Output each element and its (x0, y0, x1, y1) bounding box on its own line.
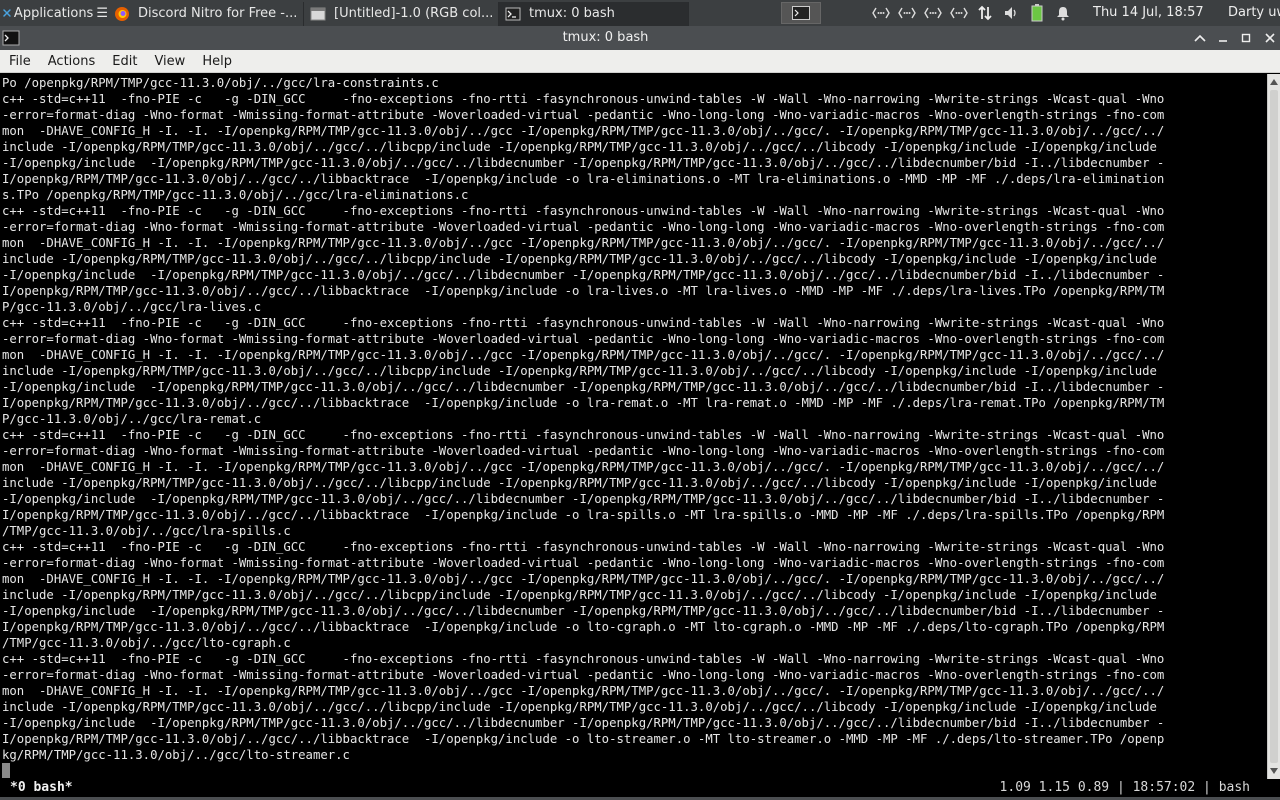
terminal-line: c++ -std=c++11 -fno-PIE -c -g -DIN_GCC -… (2, 652, 1165, 666)
firefox-icon (115, 6, 129, 21)
volume-icon[interactable] (1000, 2, 1022, 24)
terminal-line: include -I/openpkg/RPM/TMP/gcc-11.3.0/ob… (2, 476, 1157, 490)
terminal-scrollbar[interactable] (1267, 74, 1280, 779)
terminal-line: mon -DHAVE_CONFIG_H -I. -I. -I/openpkg/R… (2, 460, 1165, 474)
terminal-cursor (2, 763, 10, 778)
terminal-line: include -I/openpkg/RPM/TMP/gcc-11.3.0/ob… (2, 252, 1157, 266)
maximize-icon (1241, 33, 1251, 43)
terminal-line: c++ -std=c++11 -fno-PIE -c -g -DIN_GCC -… (2, 540, 1165, 554)
scroll-down-button[interactable] (1268, 765, 1280, 777)
terminal-line: /TMP/gcc-11.3.0/obj/../gcc/lra-spills.c (2, 524, 291, 538)
arrow-up-icon (1270, 79, 1278, 85)
shade-button[interactable] (1192, 30, 1208, 46)
menu-help[interactable]: Help (193, 50, 240, 73)
panel-clock[interactable]: Thu 14 Jul, 18:57 (1093, 0, 1204, 26)
terminal-icon (792, 6, 810, 20)
menu-view[interactable]: View (145, 50, 193, 73)
terminal-line: -I/openpkg/include -I/openpkg/RPM/TMP/gc… (2, 380, 1165, 394)
terminal-line: I/openpkg/RPM/TMP/gcc-11.3.0/obj/../gcc/… (2, 620, 1165, 634)
maximize-button[interactable] (1238, 30, 1254, 46)
terminal-line: include -I/openpkg/RPM/TMP/gcc-11.3.0/ob… (2, 364, 1157, 378)
terminal-line: mon -DHAVE_CONFIG_H -I. -I. -I/openpkg/R… (2, 348, 1165, 362)
applications-menu-button[interactable]: Applications ☰ (0, 0, 108, 26)
tmux-window-label[interactable]: *0 bash* (10, 779, 73, 797)
transfer-icon[interactable] (974, 2, 996, 24)
terminal-line: I/openpkg/RPM/TMP/gcc-11.3.0/obj/../gcc/… (2, 508, 1165, 522)
terminal-line: mon -DHAVE_CONFIG_H -I. -I. -I/openpkg/R… (2, 124, 1165, 138)
terminal-line: -error=format-diag -Wno-format -Wmissing… (2, 444, 1165, 458)
terminal-line: mon -DHAVE_CONFIG_H -I. -I. -I/openpkg/R… (2, 572, 1165, 586)
workspace-switcher[interactable] (781, 2, 821, 24)
terminal-line: I/openpkg/RPM/TMP/gcc-11.3.0/obj/../gcc/… (2, 172, 1165, 186)
tmux-status-bar: *0 bash* 1.09 1.15 0.89 | 18:57:02 | bas… (0, 779, 1280, 800)
terminal-line: c++ -std=c++11 -fno-PIE -c -g -DIN_GCC -… (2, 428, 1165, 442)
terminal-line: P/gcc-11.3.0/obj/../gcc/lra-remat.c (2, 412, 262, 426)
terminal-output[interactable]: Po /openpkg/RPM/TMP/gcc-11.3.0/obj/../gc… (0, 74, 1267, 779)
terminal-line: c++ -std=c++11 -fno-PIE -c -g -DIN_GCC -… (2, 204, 1165, 218)
terminal-line: -error=format-diag -Wno-format -Wmissing… (2, 332, 1165, 346)
xfce-logo-icon (3, 9, 11, 17)
taskbar-item-discord[interactable]: Discord Nitro for Free -... (108, 1, 304, 26)
terminal-line: include -I/openpkg/RPM/TMP/gcc-11.3.0/ob… (2, 700, 1157, 714)
taskbar-item-gimp[interactable]: [Untitled]-1.0 (RGB col... (304, 1, 499, 26)
terminal-line: Po /openpkg/RPM/TMP/gcc-11.3.0/obj/../gc… (2, 76, 439, 90)
network-icon[interactable] (870, 2, 892, 24)
terminal-line: I/openpkg/RPM/TMP/gcc-11.3.0/obj/../gcc/… (2, 732, 1165, 746)
terminal-line: mon -DHAVE_CONFIG_H -I. -I. -I/openpkg/R… (2, 684, 1165, 698)
panel-user-name[interactable]: Darty uwu (1228, 0, 1280, 26)
terminal-line: c++ -std=c++11 -fno-PIE -c -g -DIN_GCC -… (2, 316, 1165, 330)
scrollbar-thumb[interactable] (1270, 90, 1278, 763)
applications-label: Applications (13, 5, 94, 21)
terminal-line: /TMP/gcc-11.3.0/obj/../gcc/lto-cgraph.c (2, 636, 291, 650)
arrow-down-icon (1270, 768, 1278, 774)
terminal-line: s.TPo /openpkg/RPM/TMP/gcc-11.3.0/obj/..… (2, 188, 469, 202)
terminal-line: include -I/openpkg/RPM/TMP/gcc-11.3.0/ob… (2, 140, 1157, 154)
minimize-icon (1219, 40, 1227, 42)
menu-bar: File Actions Edit View Help (0, 50, 1280, 73)
menu-actions[interactable]: Actions (39, 50, 104, 73)
gimp-window-icon (310, 7, 326, 20)
top-panel: Applications ☰ Discord Nitro for Free -.… (0, 0, 1280, 26)
minimize-button[interactable] (1215, 30, 1231, 46)
taskbar-label: Discord Nitro for Free -... (138, 6, 298, 21)
terminal-text: Po /openpkg/RPM/TMP/gcc-11.3.0/obj/../gc… (0, 74, 1267, 763)
taskbar-label: tmux: 0 bash (529, 6, 615, 21)
terminal-line: P/gcc-11.3.0/obj/../gcc/lra-lives.c (2, 300, 262, 314)
close-icon (1265, 33, 1275, 43)
taskbar-item-tmux[interactable]: tmux: 0 bash (499, 1, 689, 26)
network-icon[interactable] (896, 2, 918, 24)
terminal-line: I/openpkg/RPM/TMP/gcc-11.3.0/obj/../gcc/… (2, 284, 1165, 298)
terminal-line: include -I/openpkg/RPM/TMP/gcc-11.3.0/ob… (2, 588, 1157, 602)
menu-edit[interactable]: Edit (103, 50, 145, 73)
chevron-up-icon (1194, 34, 1206, 42)
terminal-line: -I/openpkg/include -I/openpkg/RPM/TMP/gc… (2, 604, 1165, 618)
close-button[interactable] (1262, 30, 1278, 46)
window-title: tmux: 0 bash (562, 30, 649, 45)
network-icon[interactable] (948, 2, 970, 24)
network-icon[interactable] (922, 2, 944, 24)
terminal-line: -I/openpkg/include -I/openpkg/RPM/TMP/gc… (2, 268, 1165, 282)
terminal-line: -error=format-diag -Wno-format -Wmissing… (2, 556, 1165, 570)
scroll-up-button[interactable] (1268, 76, 1280, 88)
terminal-line: -I/openpkg/include -I/openpkg/RPM/TMP/gc… (2, 492, 1165, 506)
taskbar-label: [Untitled]-1.0 (RGB col... (334, 6, 494, 21)
terminal-line: c++ -std=c++11 -fno-PIE -c -g -DIN_GCC -… (2, 92, 1165, 106)
terminal-line: -I/openpkg/include -I/openpkg/RPM/TMP/gc… (2, 716, 1165, 730)
applications-menu-indicator: ☰ (96, 5, 108, 21)
window-titlebar[interactable]: tmux: 0 bash (0, 26, 1280, 50)
terminal-line: -error=format-diag -Wno-format -Wmissing… (2, 668, 1165, 682)
terminal-line: kg/RPM/TMP/gcc-11.3.0/obj/../gcc/lto-str… (2, 748, 350, 762)
system-tray (870, 0, 1078, 26)
tmux-status-right: 1.09 1.15 0.89 | 18:57:02 | bash (999, 780, 1250, 795)
terminal-line: I/openpkg/RPM/TMP/gcc-11.3.0/obj/../gcc/… (2, 396, 1165, 410)
terminal-line: -error=format-diag -Wno-format -Wmissing… (2, 108, 1165, 122)
terminal-line: mon -DHAVE_CONFIG_H -I. -I. -I/openpkg/R… (2, 236, 1165, 250)
menu-file[interactable]: File (0, 50, 39, 73)
bell-icon[interactable] (1052, 2, 1074, 24)
terminal-line: -I/openpkg/include -I/openpkg/RPM/TMP/gc… (2, 156, 1165, 170)
terminal-icon (505, 7, 521, 20)
battery-icon[interactable] (1026, 2, 1048, 24)
terminal-line: -error=format-diag -Wno-format -Wmissing… (2, 220, 1165, 234)
